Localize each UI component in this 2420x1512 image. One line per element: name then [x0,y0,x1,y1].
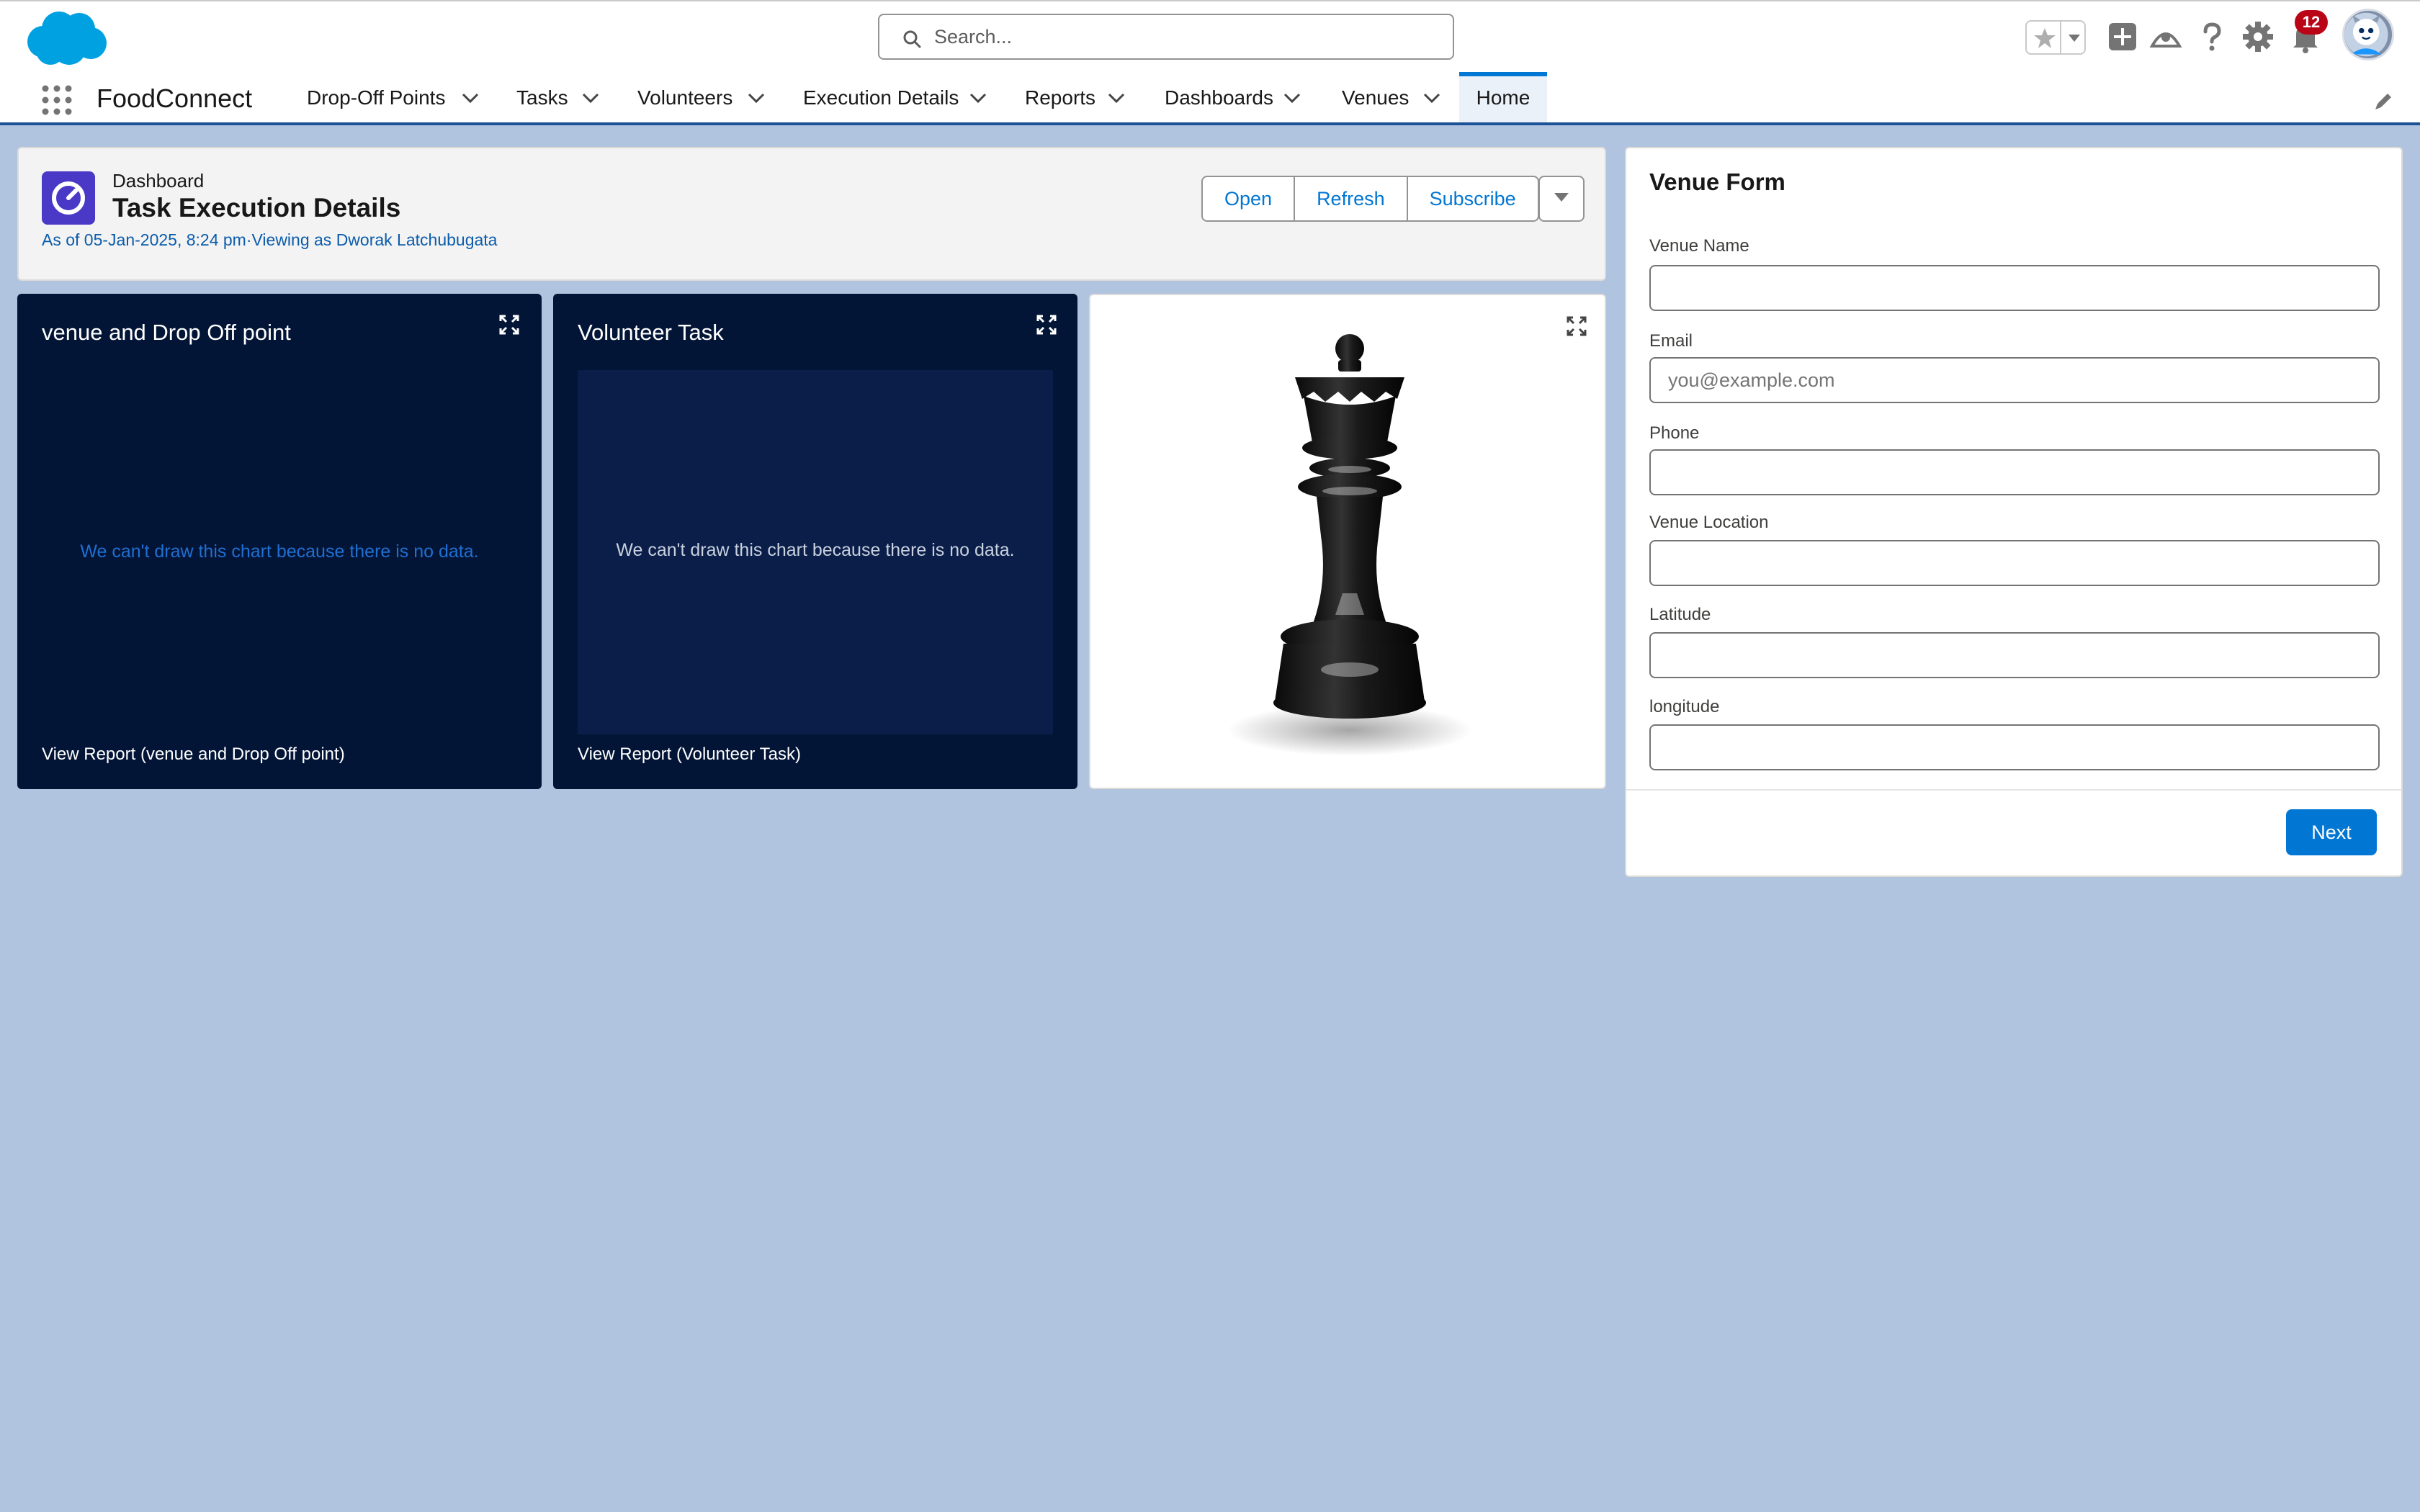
nav-item-label[interactable]: Home [1459,86,1547,109]
nav-item-label[interactable]: Execution Details [803,86,959,109]
gear-icon[interactable] [2238,17,2277,56]
search-icon [903,30,921,48]
global-search[interactable] [878,14,1454,60]
dashboard-title: Task Execution Details [112,193,401,222]
latitude-label: Latitude [1649,605,1711,624]
subscribe-button[interactable]: Subscribe [1406,176,1539,222]
nav-item-label[interactable]: Drop-Off Points [307,86,445,109]
view-report-link[interactable]: View Report (venue and Drop Off point) [42,744,345,765]
nav-item-label[interactable]: Reports [1025,86,1095,109]
venue-location-label: Venue Location [1649,513,1769,532]
chevron-down-icon[interactable] [1107,91,1126,105]
favorites-button-group[interactable] [2025,20,2086,55]
venue-form: Venue Form Venue Name Email Phone Venue … [1625,147,2403,877]
nav-item-volunteers[interactable]: Volunteers [637,72,770,122]
chevron-down-icon[interactable] [747,91,766,105]
widget-title: Volunteer Task [578,320,724,345]
avatar[interactable] [2342,9,2394,60]
star-icon[interactable] [2033,26,2057,50]
app-name: FoodConnect [97,84,253,113]
widget-image [1089,294,1606,789]
search-input[interactable] [934,21,1438,53]
phone-field[interactable] [1649,449,2380,495]
nav-item-label[interactable]: Tasks [516,86,568,109]
divider [2060,22,2061,53]
longitude-label: longitude [1649,697,1720,716]
nav-item-label[interactable]: Venues [1342,86,1409,109]
chart-area: We can't draw this chart because there i… [578,370,1053,734]
nav-item-home[interactable]: Home [1459,72,1547,122]
venue-location-field[interactable] [1649,540,2380,586]
open-button[interactable]: Open [1201,176,1296,222]
trailhead-icon[interactable] [2146,17,2185,56]
global-header: 12 [0,0,2420,72]
chess-queen-image [1227,334,1472,756]
form-footer-divider [1626,789,2401,791]
salesforce-cloud-logo[interactable] [22,7,108,68]
dashboard-icon [42,171,95,225]
next-button[interactable]: Next [2286,809,2377,855]
nav-item-drop-off-points[interactable]: Drop-Off Points [307,72,487,122]
dashboard-header: Dashboard Task Execution Details As of 0… [17,147,1606,281]
notification-count-badge[interactable]: 12 [2295,10,2328,35]
app-navigation-bar: FoodConnect Drop-Off Points Tasks Volunt… [0,72,2420,125]
nav-item-tasks[interactable]: Tasks [516,72,604,122]
chevron-down-icon[interactable] [461,91,480,105]
nav-item-venues[interactable]: Venues [1342,72,1446,122]
no-data-message: We can't draw this chart because there i… [616,540,1015,560]
longitude-field[interactable] [1649,724,2380,770]
widget-volunteer-task: Volunteer Task We can't draw this chart … [553,294,1077,789]
email-field[interactable] [1649,357,2380,403]
pencil-icon[interactable] [2372,89,2396,112]
view-report-link[interactable]: View Report (Volunteer Task) [578,744,801,765]
expand-icon[interactable] [1036,314,1057,336]
venue-name-field[interactable] [1649,265,2380,311]
expand-icon[interactable] [1566,315,1587,337]
expand-icon[interactable] [498,314,520,336]
venue-name-label: Venue Name [1649,236,1749,256]
chevron-down-icon[interactable] [1422,91,1441,105]
nav-item-label[interactable]: Volunteers [637,86,732,109]
help-icon[interactable] [2192,17,2231,56]
no-data-message: We can't draw this chart because there i… [80,541,479,562]
chevron-down-icon[interactable] [969,91,987,105]
latitude-field[interactable] [1649,632,2380,678]
form-title: Venue Form [1649,168,1785,195]
nav-item-execution-details[interactable]: Execution Details [803,72,992,122]
nav-item-reports[interactable]: Reports [1025,72,1130,122]
dashboard-meta: As of 05-Jan-2025, 8:24 pm·Viewing as Dw… [42,230,498,249]
chart-area: We can't draw this chart because there i… [42,370,517,734]
dashboard-action-buttons: Open Refresh Subscribe [1201,176,1539,222]
chevron-down-icon[interactable] [2066,27,2083,48]
more-actions-wrapper [1538,176,1585,222]
phone-label: Phone [1649,423,1700,443]
astro-avatar-icon [2344,12,2388,57]
nav-item-dashboards[interactable]: Dashboards [1165,72,1306,122]
app-launcher-icon[interactable] [40,84,73,117]
nav-item-label[interactable]: Dashboards [1165,86,1273,109]
chevron-down-icon[interactable] [581,91,600,105]
chevron-down-icon [1554,192,1569,202]
email-label: Email [1649,331,1693,351]
chevron-down-icon[interactable] [1283,91,1301,105]
add-icon[interactable] [2103,17,2142,56]
refresh-button[interactable]: Refresh [1294,176,1408,222]
widget-venue-drop-off: venue and Drop Off point We can't draw t… [17,294,542,789]
widget-title: venue and Drop Off point [42,320,291,345]
more-actions-button[interactable] [1538,176,1585,222]
dashboard-kind-label: Dashboard [112,170,205,192]
